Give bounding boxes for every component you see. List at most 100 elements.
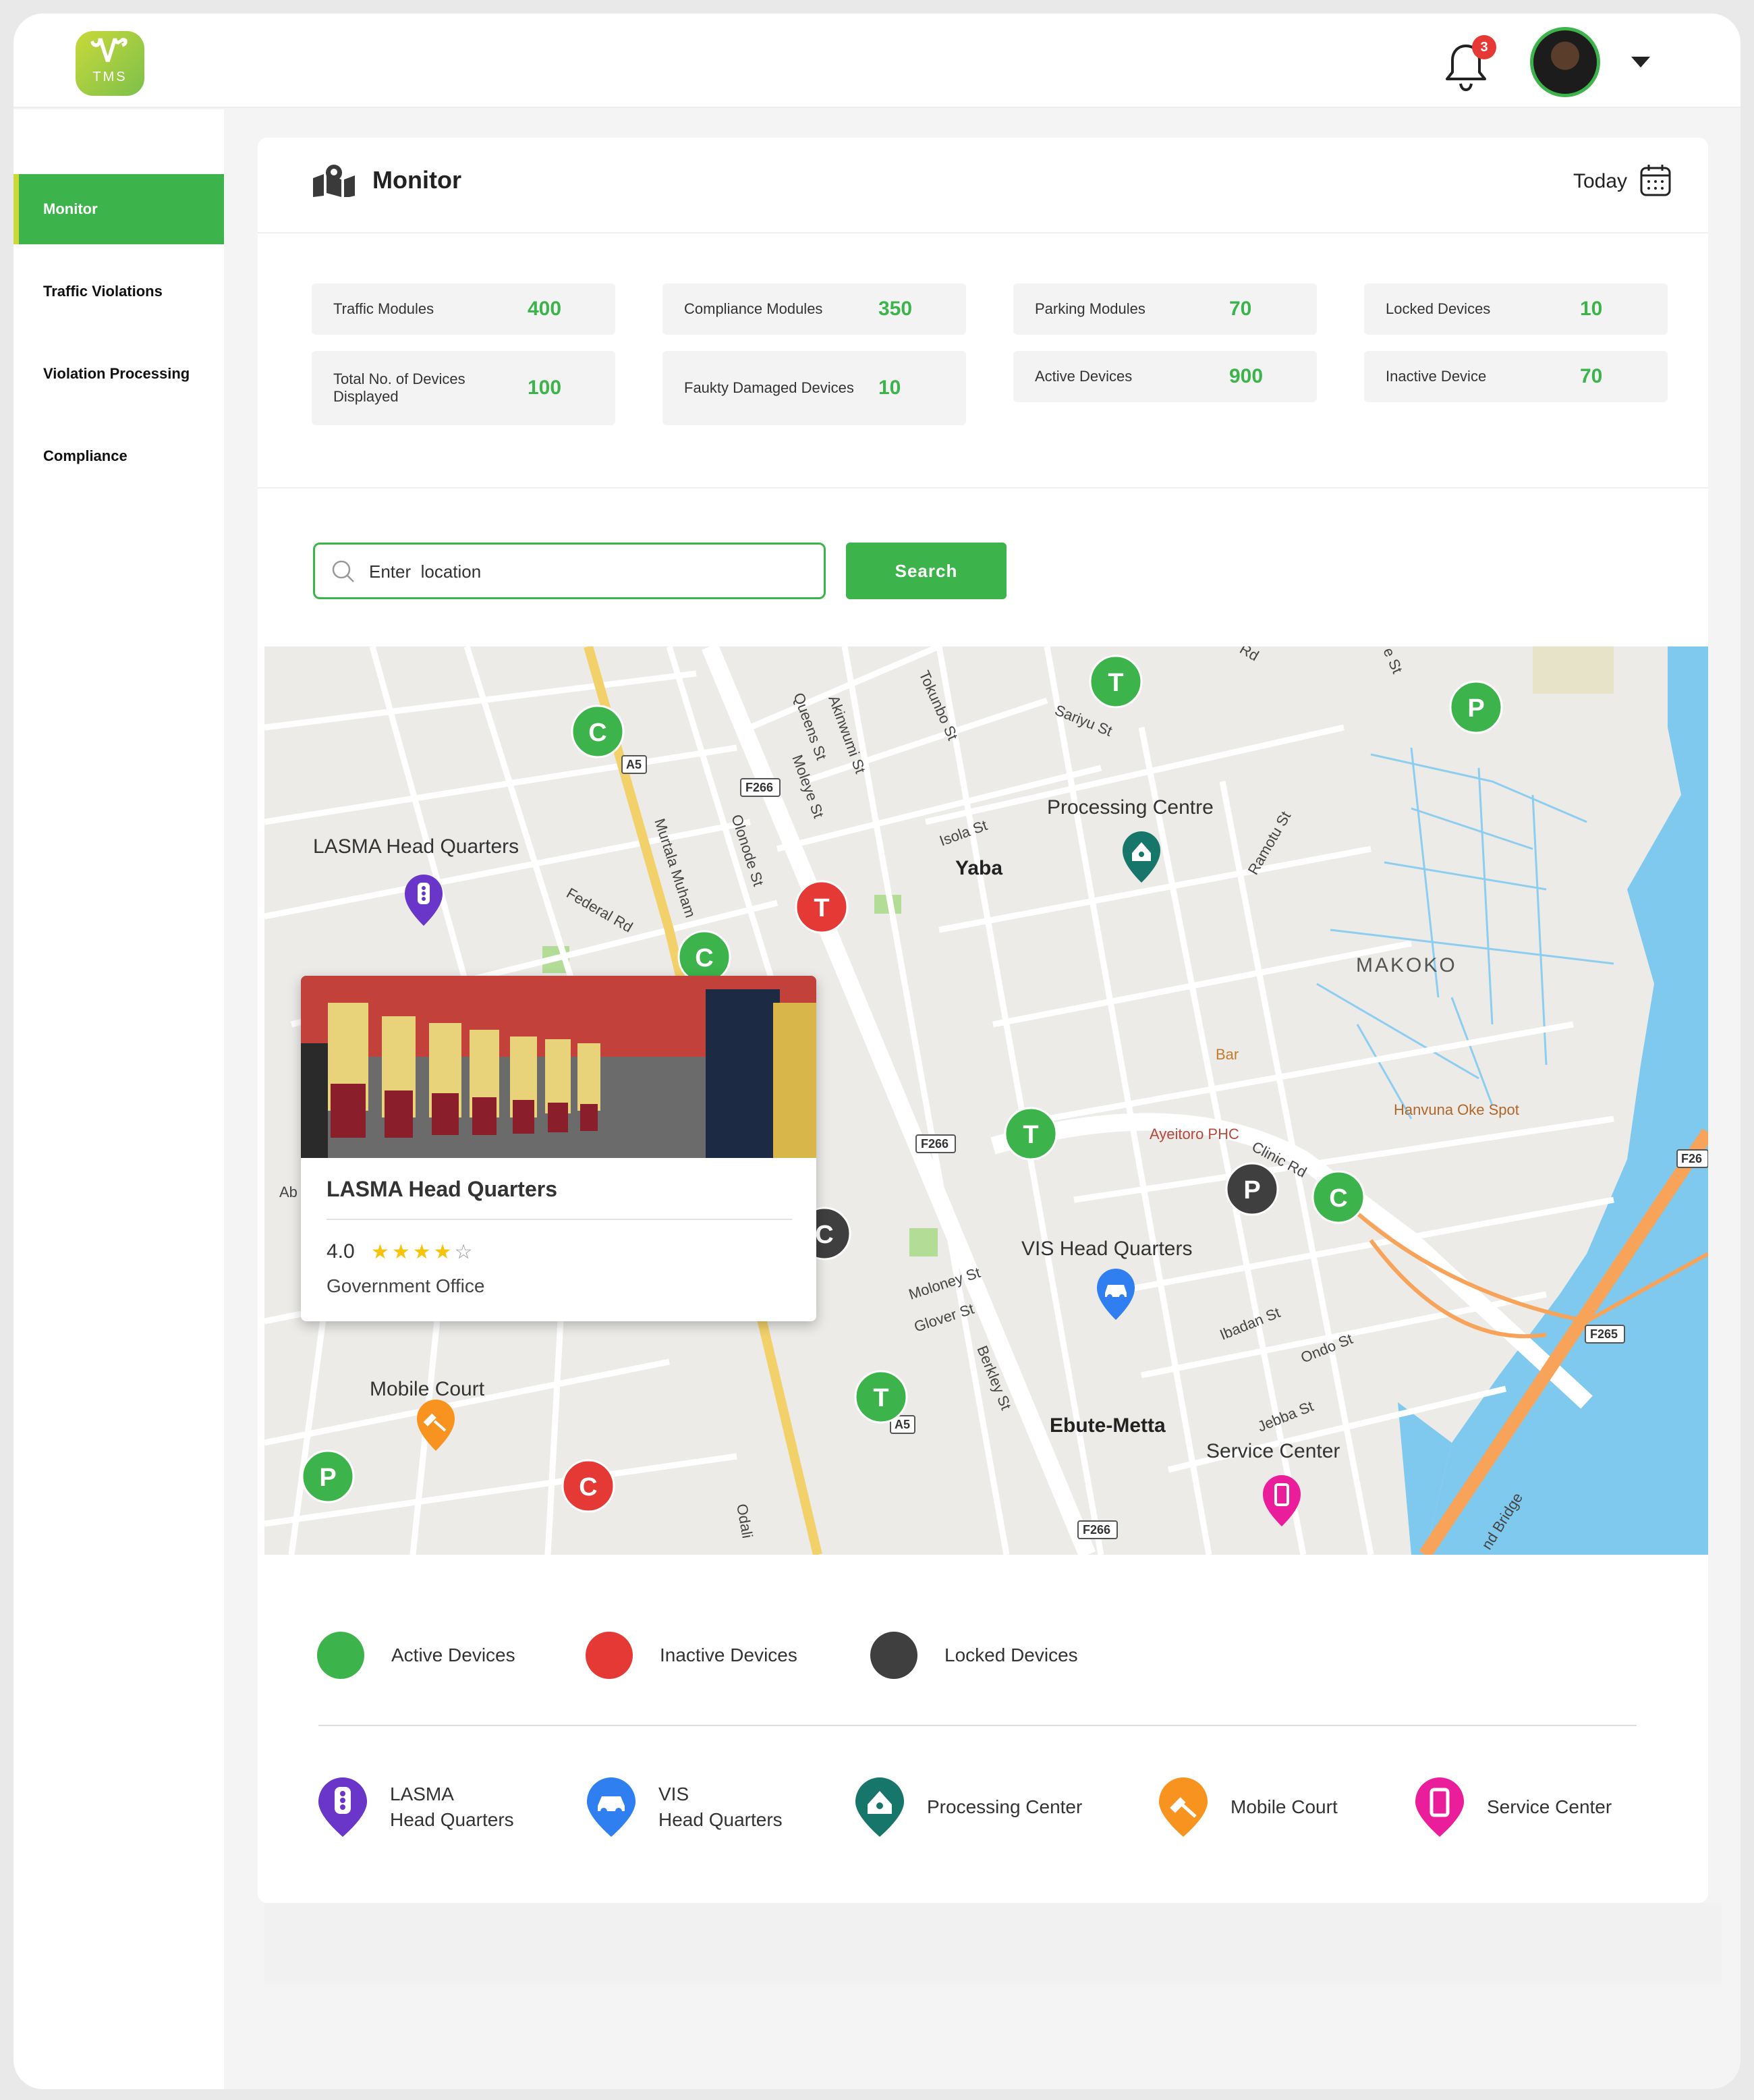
legend-lasma: LASMA Head Quarters xyxy=(317,1776,514,1838)
stat-card: Total No. of Devices Displayed 100 xyxy=(312,351,615,425)
device-marker-traffic[interactable]: T xyxy=(1004,1107,1058,1161)
park xyxy=(909,1228,938,1256)
map-label-hanvuna: Hanvuna Oke Spot xyxy=(1394,1101,1519,1118)
stat-value: 70 xyxy=(1580,365,1603,387)
legend-label: VIS xyxy=(658,1784,689,1804)
stat-card: Parking Modules 70 xyxy=(1013,283,1317,335)
user-avatar[interactable] xyxy=(1530,27,1600,97)
locked-dot xyxy=(870,1632,917,1679)
land-plot xyxy=(1533,646,1614,694)
place-type: Government Office xyxy=(327,1275,485,1296)
stat-value: 900 xyxy=(1229,365,1264,387)
device-marker-parking[interactable]: P xyxy=(301,1449,355,1503)
device-marker-compliance[interactable]: C xyxy=(677,930,731,984)
stat-label: Locked Devices xyxy=(1386,300,1491,317)
map-label-vis: VIS Head Quarters xyxy=(1021,1238,1192,1260)
svg-text:P: P xyxy=(1467,694,1484,723)
svg-text:T: T xyxy=(814,894,829,922)
device-marker-compliance[interactable]: C xyxy=(561,1459,615,1513)
device-marker-compliance[interactable]: C xyxy=(1311,1170,1365,1224)
map-pin-icon xyxy=(313,165,355,197)
location-input[interactable] xyxy=(369,557,801,586)
legend-mobile-court: Mobile Court xyxy=(1158,1776,1338,1838)
stat-card: Locked Devices 10 xyxy=(1364,283,1668,335)
top-bar: Ꮙ TMS 3 xyxy=(13,13,1741,108)
device-marker-parking[interactable]: P xyxy=(1449,680,1503,734)
legend-label: Locked Devices xyxy=(944,1645,1078,1665)
device-marker-traffic[interactable]: T xyxy=(795,880,849,934)
app-window: Ꮙ TMS 3 Monitor Traffic Violations Viola… xyxy=(13,13,1741,2089)
search-button[interactable]: Search xyxy=(846,543,1007,599)
sidebar-item-traffic-violations[interactable]: Traffic Violations xyxy=(13,256,224,327)
date-filter-label[interactable]: Today xyxy=(1573,170,1627,193)
legend-locked: Locked Devices xyxy=(870,1632,1078,1679)
processing-pin-icon[interactable] xyxy=(1123,831,1160,883)
location-info-card[interactable]: LASMA Head Quarters 4.0 ★★★★☆ Government… xyxy=(301,976,816,1321)
lasma-pin-icon[interactable] xyxy=(405,875,443,926)
sidebar: Monitor Traffic Violations Violation Pro… xyxy=(13,109,224,2089)
svg-text:T: T xyxy=(873,1384,888,1412)
lagoon xyxy=(1425,646,1708,1555)
inactive-dot xyxy=(586,1632,633,1679)
stat-value: 70 xyxy=(1229,298,1252,320)
legend-divider xyxy=(318,1725,1637,1726)
sidebar-item-violation-processing[interactable]: Violation Processing xyxy=(13,339,224,409)
stat-label: Faukty Damaged Devices xyxy=(684,379,854,396)
street-label: Tokunbo St xyxy=(915,668,961,743)
street-label: Ibadan St xyxy=(1218,1304,1283,1343)
legend-service-center: Service Center xyxy=(1414,1776,1612,1838)
logo-glyph: Ꮙ xyxy=(91,32,129,69)
stat-card: Active Devices 900 xyxy=(1013,351,1317,402)
map-label-makoko: MAKOKO xyxy=(1356,954,1457,976)
svg-text:C: C xyxy=(579,1473,597,1501)
legend-label: Processing Center xyxy=(927,1796,1083,1817)
device-marker-parking[interactable]: P xyxy=(1225,1162,1279,1216)
sidebar-item-monitor[interactable]: Monitor xyxy=(13,174,224,244)
lasma-officers-photo xyxy=(301,976,816,1158)
tms-logo[interactable]: Ꮙ TMS xyxy=(76,31,144,96)
empty-star: ☆ xyxy=(454,1241,476,1263)
street-label: Jebba St xyxy=(1255,1398,1316,1435)
svg-text:C: C xyxy=(695,944,713,972)
rating-value: 4.0 xyxy=(327,1240,355,1263)
device-marker-traffic[interactable]: T xyxy=(854,1370,908,1424)
legend-label: Head Quarters xyxy=(390,1809,514,1830)
road-badge: F266 xyxy=(745,781,773,794)
road-badge: A5 xyxy=(626,758,642,771)
legend-label: Inactive Devices xyxy=(660,1645,797,1665)
location-search xyxy=(313,543,826,599)
svg-text:T: T xyxy=(1108,669,1123,697)
header-divider xyxy=(258,232,1708,233)
road-badge: F266 xyxy=(921,1137,949,1151)
stat-label: Inactive Device xyxy=(1386,368,1487,385)
legend-inactive: Inactive Devices xyxy=(586,1632,797,1679)
sidebar-item-compliance[interactable]: Compliance xyxy=(13,421,224,491)
street-label: Isola St xyxy=(937,817,990,850)
legend-label: LASMA xyxy=(390,1784,454,1804)
stat-label: Active Devices xyxy=(1035,368,1133,385)
device-map[interactable]: LASMA Head Quarters Processing Centre Ya… xyxy=(264,646,1708,1555)
svg-text:C: C xyxy=(588,719,606,747)
stat-card: Inactive Device 70 xyxy=(1364,351,1668,402)
legend-active: Active Devices xyxy=(317,1632,515,1679)
street-label: Rd xyxy=(1237,646,1262,664)
street-label: e St xyxy=(1380,646,1406,676)
svg-text:C: C xyxy=(815,1221,833,1249)
map-label-mobile: Mobile Court xyxy=(370,1378,485,1400)
stat-label: Traffic Modules xyxy=(333,300,434,317)
car-icon xyxy=(587,1777,635,1837)
map-label-ebute: Ebute-Metta xyxy=(1050,1414,1166,1437)
calendar-icon[interactable] xyxy=(1639,163,1672,197)
device-marker-compliance[interactable]: C xyxy=(571,704,625,758)
svg-text:C: C xyxy=(1329,1184,1347,1213)
stat-label: Parking Modules xyxy=(1035,300,1145,317)
chevron-down-icon[interactable] xyxy=(1631,57,1650,67)
info-card-divider xyxy=(327,1219,792,1220)
phone-icon xyxy=(1415,1777,1464,1837)
map-label-ayeitoro: Ayeitoro PHC xyxy=(1150,1126,1239,1142)
vis-pin-icon[interactable] xyxy=(1097,1269,1135,1320)
stat-value: 100 xyxy=(528,377,562,399)
device-marker-traffic[interactable]: T xyxy=(1089,655,1143,709)
stat-value: 10 xyxy=(1580,298,1603,320)
page-title: Monitor xyxy=(372,166,461,194)
